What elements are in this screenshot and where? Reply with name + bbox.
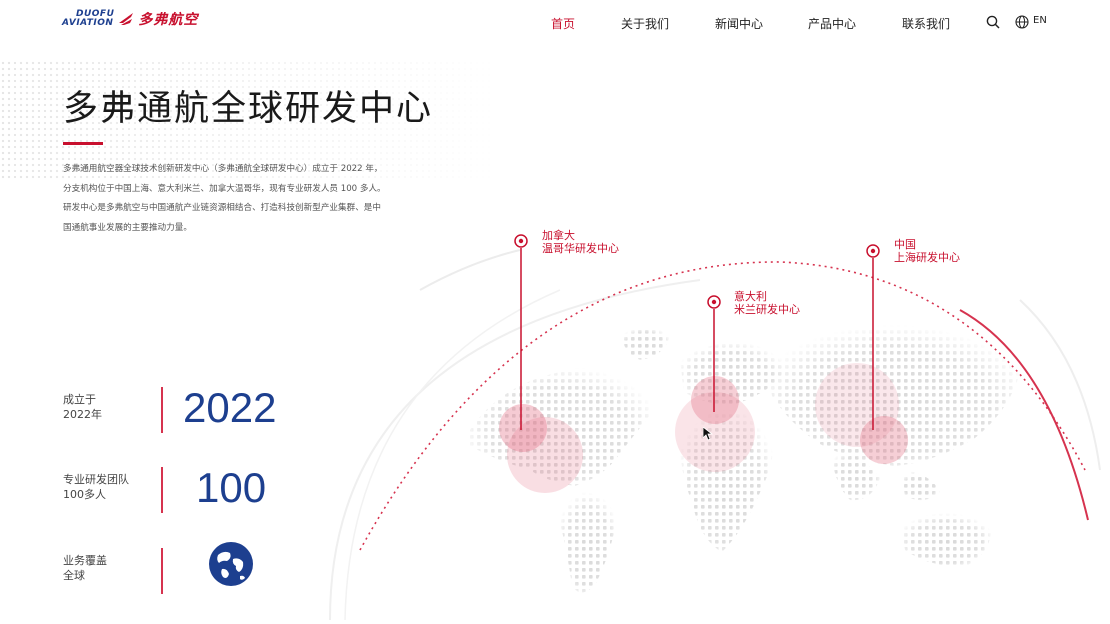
stat-divider (161, 387, 163, 433)
stat-coverage: 业务覆盖 全球 (63, 542, 303, 603)
stat-value: 100 (196, 464, 267, 511)
globe-icon[interactable] (1015, 15, 1029, 29)
stat-label-line: 全球 (63, 569, 85, 582)
nav-products[interactable]: 产品中心 (808, 15, 856, 32)
page-title: 多弗通航全球研发中心 (63, 89, 434, 129)
nav-about[interactable]: 关于我们 (621, 15, 669, 32)
location-label-milan: 意大利 米兰研发中心 (734, 290, 800, 316)
intro-line: 研发中心是多弗航空与中国通航产业链资源相结合、打造科技创新型产业集群、是中 (63, 203, 381, 213)
logo-en-line2: AVIATION (62, 18, 114, 28)
stat-label-line: 专业研发团队 (63, 473, 129, 486)
globe-icon (209, 542, 253, 586)
nav-home[interactable]: 首页 (551, 15, 575, 32)
location-center: 米兰研发中心 (734, 303, 800, 316)
brand-logo[interactable]: DUOFU AVIATION 多弗航空 (62, 9, 198, 29)
stat-label-line: 100多人 (63, 488, 106, 501)
location-label-vancouver: 加拿大 温哥华研发中心 (542, 229, 619, 255)
stat-team: 专业研发团队 100多人 100 (63, 464, 303, 522)
stat-founded: 成立于 2022年 2022 (63, 384, 303, 442)
location-center: 上海研发中心 (894, 251, 960, 264)
intro-line: 国通航事业发展的主要推动力量。 (63, 222, 192, 233)
location-center: 温哥华研发中心 (542, 242, 619, 255)
nav-news[interactable]: 新闻中心 (715, 15, 763, 32)
stat-label-line: 业务覆盖 (63, 554, 107, 567)
logo-text-cn: 多弗航空 (138, 12, 199, 28)
intro-line: 多弗通用航空器全球技术创新研发中心（多弗通航全球研发中心）成立于 2022 年， (63, 164, 383, 174)
stat-label: 业务覆盖 全球 (63, 553, 153, 583)
intro-paragraph: 多弗通用航空器全球技术创新研发中心（多弗通航全球研发中心）成立于 2022 年，… (63, 160, 413, 238)
stat-label: 专业研发团队 100多人 (63, 472, 153, 502)
logo-text-en: DUOFU AVIATION (62, 10, 114, 28)
stat-divider (161, 467, 163, 513)
location-country: 中国 (894, 238, 916, 251)
mouse-cursor-icon (703, 427, 713, 441)
logo-wing-icon (119, 13, 134, 25)
stat-label-line: 2022年 (63, 408, 102, 421)
location-country: 加拿大 (542, 229, 575, 242)
intro-line: 分支机构位于中国上海、意大利米兰、加拿大温哥华，现有专业研发人员 100 多人。 (63, 183, 386, 194)
title-underline (63, 142, 103, 145)
stat-divider (161, 548, 163, 594)
stat-label-line: 成立于 (63, 393, 96, 406)
stat-label: 成立于 2022年 (63, 392, 153, 422)
location-label-shanghai: 中国 上海研发中心 (894, 238, 960, 264)
search-icon[interactable] (986, 15, 1000, 29)
stat-value: 2022 (183, 384, 277, 431)
nav-contact[interactable]: 联系我们 (902, 15, 950, 32)
location-country: 意大利 (734, 290, 767, 303)
language-switch[interactable]: EN (1033, 15, 1047, 26)
